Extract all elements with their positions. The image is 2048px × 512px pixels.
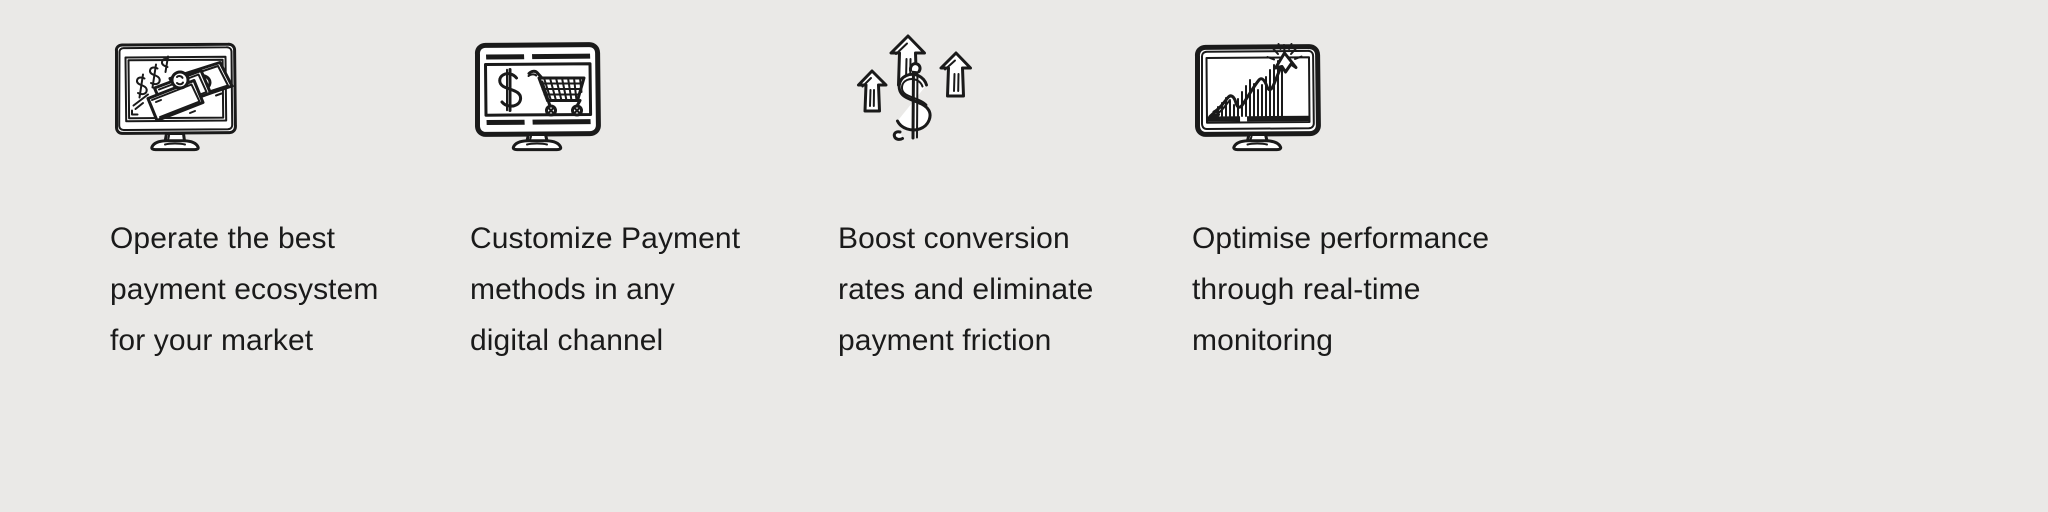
feature-text: Operate the best payment ecosystem for y… bbox=[110, 222, 379, 357]
feature-icon-wrapper bbox=[1192, 0, 1652, 152]
monitor-with-money-icon bbox=[114, 42, 237, 152]
monitor-with-shopping-cart-icon bbox=[474, 42, 601, 152]
feature-card-boost-conversion-rates: Boost conversion rates and eliminate pay… bbox=[838, 0, 1192, 512]
arrow-up-left-icon bbox=[857, 69, 888, 113]
feature-icon-wrapper bbox=[110, 0, 470, 152]
feature-text: Customize Payment methods in any digital… bbox=[470, 222, 741, 357]
feature-text: Boost conversion rates and eliminate pay… bbox=[838, 222, 1094, 357]
features-section: Operate the best payment ecosystem for y… bbox=[0, 0, 2048, 512]
coin-icon bbox=[170, 70, 190, 90]
dollar-sign-with-up-arrows-icon bbox=[857, 34, 972, 141]
monitor-with-growth-chart-icon bbox=[1194, 43, 1321, 152]
feature-card-customize-payment-methods: Customize Payment methods in any digital… bbox=[470, 0, 838, 512]
feature-text: Optimise performance through real-time m… bbox=[1192, 222, 1490, 357]
arrow-up-right-icon bbox=[939, 51, 972, 98]
features-grid: Operate the best payment ecosystem for y… bbox=[110, 0, 1940, 512]
feature-card-optimise-performance: Optimise performance through real-time m… bbox=[1192, 0, 1652, 512]
feature-icon-wrapper bbox=[470, 0, 838, 152]
feature-icon-wrapper bbox=[838, 0, 1192, 150]
feature-card-operate-best-payment-ecosystem: Operate the best payment ecosystem for y… bbox=[110, 0, 470, 512]
